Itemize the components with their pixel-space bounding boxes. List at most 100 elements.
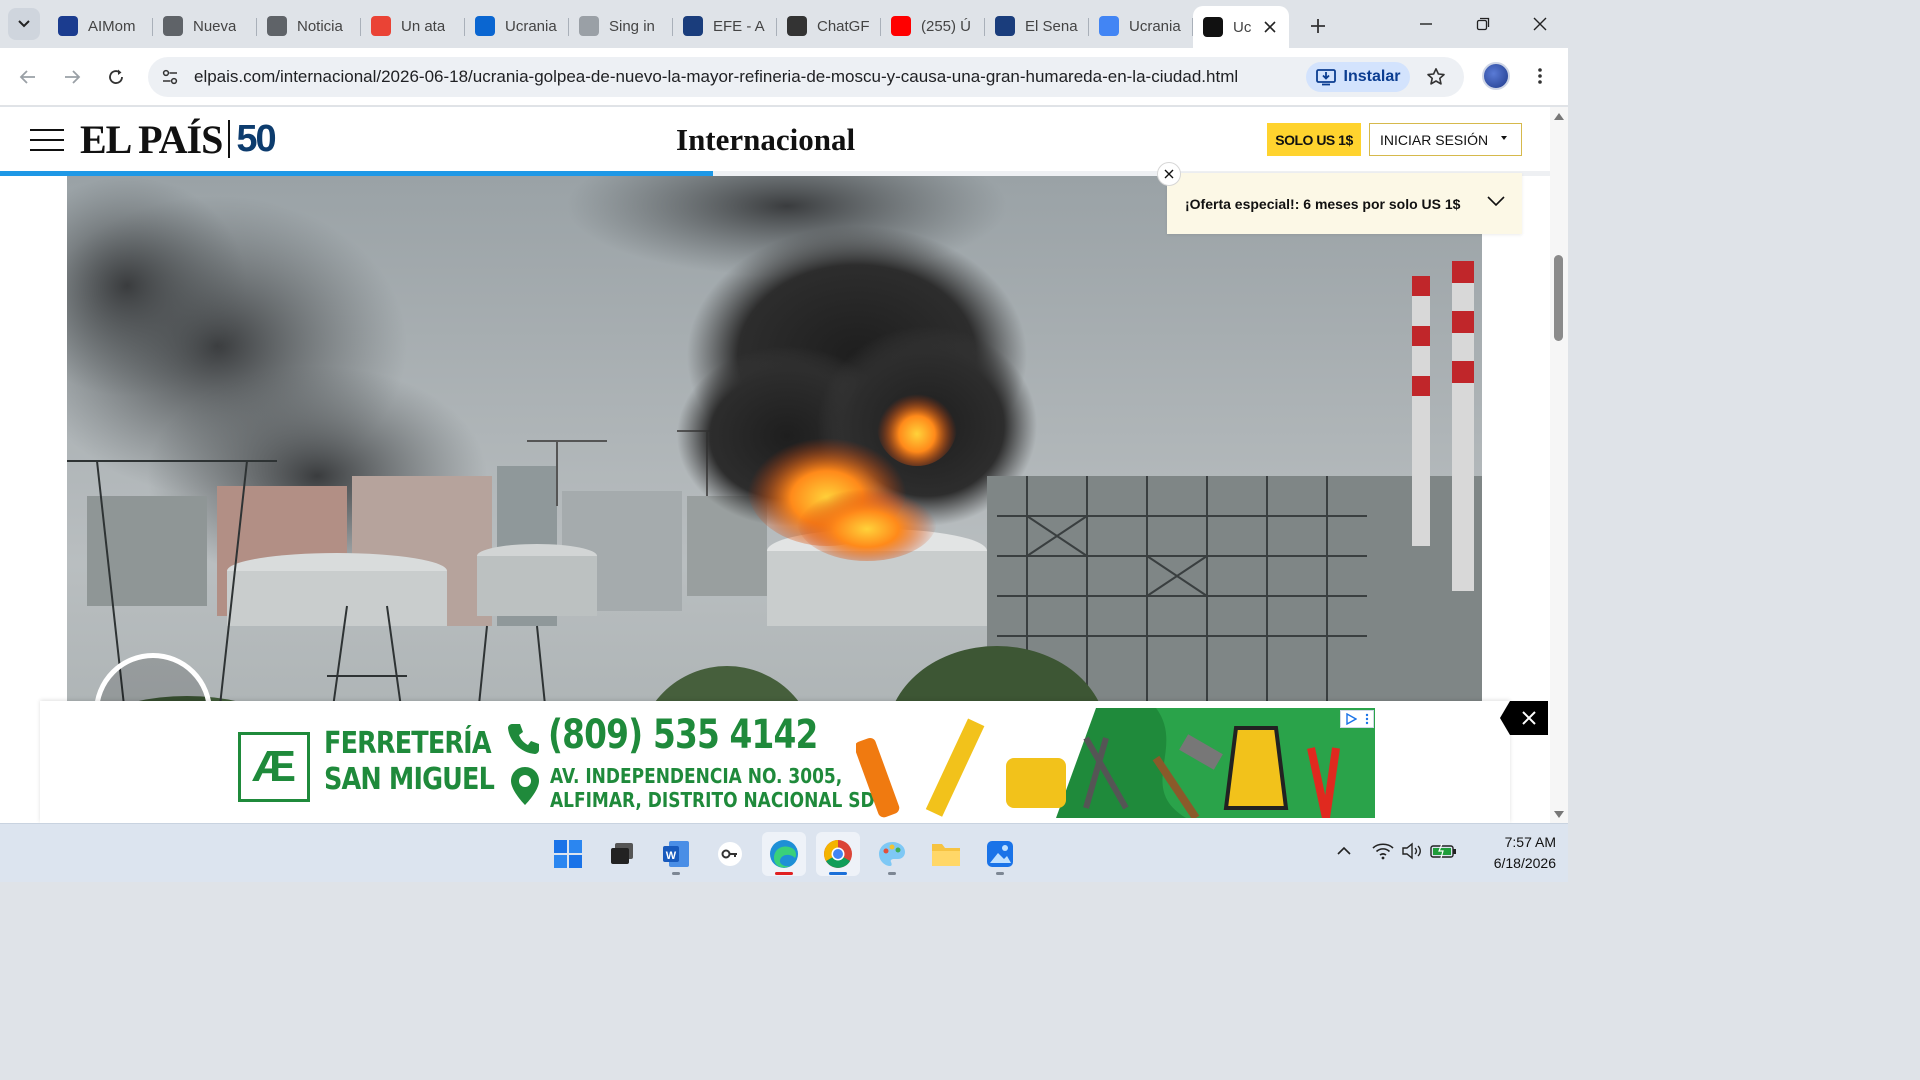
chevron-down-icon[interactable] [1486, 195, 1506, 207]
minimize-button[interactable] [1408, 10, 1444, 38]
ad-phone-number: (809) 535 4142 [548, 712, 818, 758]
tab[interactable]: Noticia [257, 8, 361, 44]
tab-title: Un ata [401, 17, 446, 35]
tab-title: ChatGF [817, 17, 870, 35]
close-window-button[interactable] [1522, 10, 1558, 38]
key-app-icon [718, 842, 742, 866]
ad-brand-line1: FERRETERÍA [324, 726, 492, 761]
windows-taskbar: W 7:57 AM 6/18/2026 [0, 823, 1568, 882]
taskbar-file-explorer[interactable] [924, 832, 968, 876]
task-view-button[interactable] [600, 832, 644, 876]
tab[interactable]: Sing in [569, 8, 673, 44]
more-vertical-icon [1365, 713, 1369, 725]
site-header: EL PAÍS 50 Internacional SOLO US 1$ INIC… [0, 107, 1550, 176]
profile-avatar[interactable] [1482, 62, 1510, 90]
tab[interactable]: ChatGF [777, 8, 881, 44]
bookmark-button[interactable] [1422, 63, 1450, 91]
word-icon: W [663, 841, 689, 867]
special-offer-text: ¡Oferta especial!: 6 meses por solo US 1… [1185, 195, 1461, 212]
adchoices-button[interactable] [1340, 710, 1374, 728]
site-logo[interactable]: EL PAÍS 50 [80, 117, 277, 162]
running-indicator [775, 872, 793, 875]
page-scrollbar[interactable] [1550, 107, 1568, 823]
restore-button[interactable] [1465, 10, 1501, 38]
tab[interactable]: Ucrania [1089, 8, 1193, 44]
taskbar-app-key[interactable] [708, 832, 752, 876]
hamburger-menu-icon[interactable] [30, 129, 64, 151]
tab[interactable]: Ucrania [465, 8, 569, 44]
tab-title: AIMom [88, 17, 136, 35]
tab[interactable]: El Sena [985, 8, 1089, 44]
tab[interactable]: Nueva [153, 8, 257, 44]
address-bar[interactable]: elpais.com/internacional/2026-06-18/ucra… [148, 57, 1464, 97]
taskbar-chrome[interactable] [816, 832, 860, 876]
tab-list: AIMom Nueva Noticia Un ata Ucrania Sing in EFE… [48, 6, 1289, 48]
site-info-button[interactable] [158, 65, 182, 89]
clock-date[interactable]: 6/18/2026 [1466, 855, 1556, 871]
tab[interactable]: AIMom [48, 8, 153, 44]
taskbar-edge[interactable] [762, 832, 806, 876]
taskbar-photos[interactable] [978, 832, 1022, 876]
phone-icon [508, 724, 539, 754]
tab[interactable]: Un ata [361, 8, 465, 44]
start-button[interactable] [546, 832, 590, 876]
task-view-icon [611, 843, 633, 864]
tab-title: Ucrania [505, 17, 557, 35]
battery-icon[interactable] [1430, 843, 1458, 859]
arrow-left-icon [19, 70, 35, 84]
windows-logo-icon [554, 840, 582, 868]
tab-title: (255) Ú [921, 17, 972, 35]
sticky-ad-banner[interactable]: Æ FERRETERÍA SAN MIGUEL (809) 535 4142 A… [40, 701, 1548, 823]
tab-search-button[interactable] [8, 8, 40, 40]
tab[interactable]: (255) Ú [881, 8, 985, 44]
scroll-down-arrow[interactable] [1553, 809, 1565, 819]
news-favicon [475, 16, 495, 36]
back-button[interactable] [12, 61, 44, 93]
logo-anniversary-badge: 50 [236, 117, 276, 160]
close-icon [1522, 711, 1536, 725]
ad-address-line1: AV. INDEPENDENCIA NO. 3005, [550, 764, 843, 788]
close-icon [1264, 21, 1276, 33]
subscribe-button[interactable]: SOLO US 1$ [1267, 123, 1361, 156]
reload-button[interactable] [100, 61, 132, 93]
clock-time[interactable]: 7:57 AM [1476, 834, 1556, 850]
volume-icon[interactable] [1401, 842, 1423, 860]
login-button[interactable]: INICIAR SESIÓN [1369, 123, 1522, 156]
scrollbar-thumb[interactable] [1554, 255, 1563, 341]
section-title[interactable]: Internacional [676, 122, 855, 158]
photos-icon [987, 841, 1013, 867]
minimize-icon [1420, 23, 1432, 25]
chevron-up-icon[interactable] [1336, 846, 1352, 856]
ad-creative[interactable]: Æ FERRETERÍA SAN MIGUEL (809) 535 4142 A… [176, 708, 1375, 818]
install-app-button[interactable]: Instalar [1306, 62, 1410, 92]
triangle-down-icon [1554, 810, 1564, 818]
restore-icon [1476, 17, 1490, 31]
location-pin-icon [511, 767, 539, 805]
elpais-favicon [1203, 17, 1223, 37]
tab-active[interactable]: Uc [1193, 6, 1289, 48]
folder-icon [932, 844, 960, 866]
more-vertical-icon [1538, 68, 1542, 84]
offer-close-button[interactable] [1157, 162, 1181, 186]
tab-title: Sing in [609, 17, 655, 35]
taskbar-paint[interactable] [870, 832, 914, 876]
tab[interactable]: EFE - A [673, 8, 777, 44]
google-icon [1099, 16, 1119, 36]
new-tab-button[interactable] [1304, 12, 1332, 40]
url-text[interactable]: elpais.com/internacional/2026-06-18/ucra… [194, 67, 1238, 87]
tab-close-button[interactable] [1261, 18, 1279, 36]
svg-text:W: W [666, 850, 677, 862]
edge-icon [770, 840, 798, 868]
taskbar-word[interactable]: W [654, 832, 698, 876]
special-offer-banner[interactable]: ¡Oferta especial!: 6 meses por solo US 1… [1167, 173, 1522, 234]
forward-button[interactable] [56, 61, 88, 93]
running-indicator [996, 872, 1004, 875]
close-icon [1164, 169, 1174, 179]
ad-close-button[interactable] [1500, 701, 1548, 735]
wifi-icon[interactable] [1372, 842, 1394, 860]
install-icon [1315, 69, 1336, 86]
browser-menu-button[interactable] [1526, 62, 1554, 90]
scroll-up-arrow[interactable] [1553, 111, 1565, 121]
running-indicator [829, 872, 847, 875]
running-indicator [888, 872, 896, 875]
